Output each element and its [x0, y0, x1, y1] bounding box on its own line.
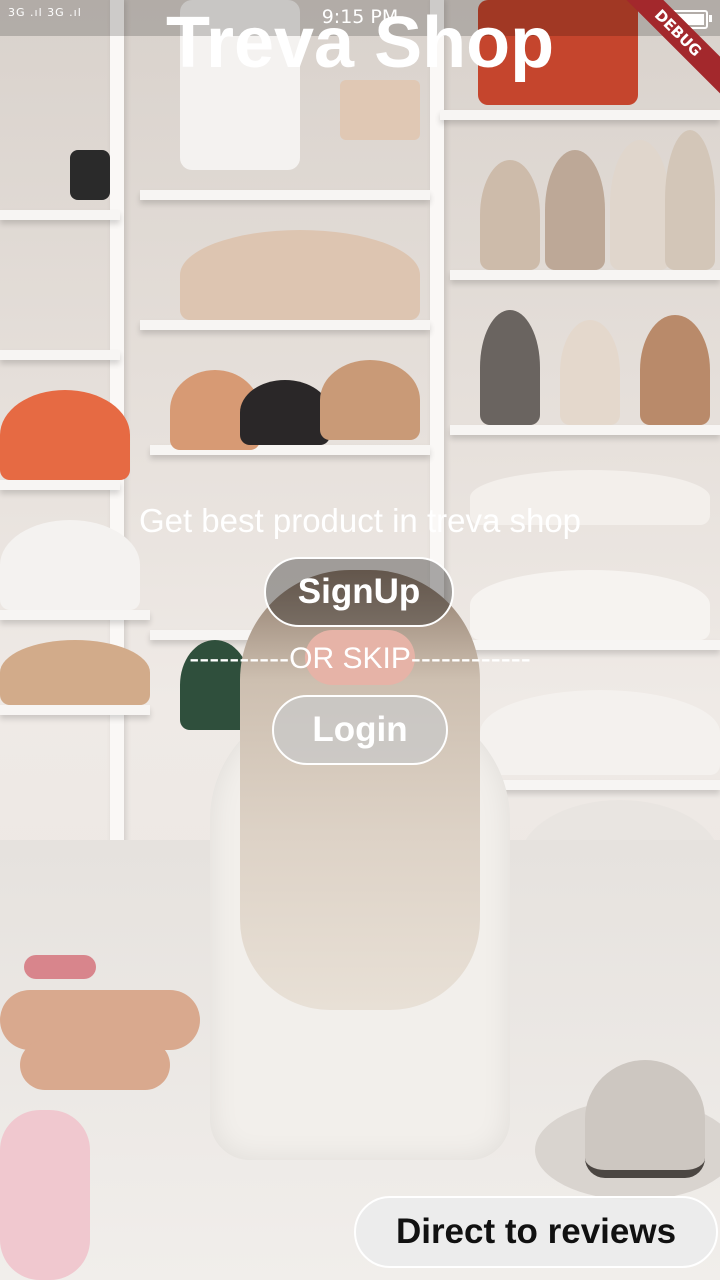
hat-crown	[585, 1060, 705, 1178]
shoe	[240, 380, 330, 445]
shoe	[320, 360, 420, 440]
shoe	[480, 310, 540, 425]
legs	[20, 1040, 170, 1090]
shoe	[480, 160, 540, 270]
slipper	[0, 1110, 90, 1280]
shelf	[0, 705, 150, 715]
sunglasses	[24, 955, 96, 979]
tagline: Get best product in treva shop	[138, 502, 582, 539]
shoe	[0, 390, 130, 480]
shoe	[560, 320, 620, 425]
shoe	[610, 140, 670, 270]
shoe	[180, 230, 420, 320]
hat	[535, 1060, 720, 1200]
shoe	[640, 315, 710, 425]
shelf	[500, 780, 720, 790]
app-title: Treva Shop	[165, 3, 555, 83]
handbag	[340, 80, 420, 140]
shelf	[140, 190, 430, 200]
handbag	[70, 150, 110, 200]
shelf	[450, 270, 720, 280]
shelf	[0, 350, 120, 360]
or-skip-divider: ----------OR SKIP------------	[189, 642, 531, 675]
background-photo	[0, 0, 720, 1280]
shelf	[0, 610, 150, 620]
direct-to-reviews-button[interactable]: Direct to reviews	[354, 1196, 718, 1268]
shelf	[440, 110, 720, 120]
login-button[interactable]: Login	[272, 695, 448, 765]
shelf	[140, 320, 430, 330]
shoe	[545, 150, 605, 270]
shelf	[0, 210, 120, 220]
person	[200, 540, 520, 1160]
shelf	[0, 480, 120, 490]
signup-button[interactable]: SignUp	[264, 557, 454, 627]
shelf	[450, 425, 720, 435]
shoe	[665, 130, 715, 270]
